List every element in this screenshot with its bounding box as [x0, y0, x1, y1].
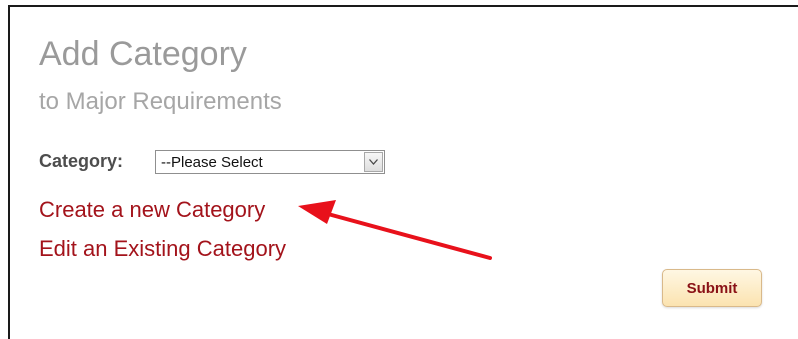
page-subtitle: to Major Requirements	[39, 88, 282, 115]
add-category-panel: Add Category to Major Requirements Categ…	[8, 5, 798, 339]
submit-button[interactable]: Submit	[662, 269, 762, 307]
category-select-value: --Please Select	[161, 154, 263, 171]
category-label: Category:	[39, 151, 124, 171]
create-category-link[interactable]: Create a new Category	[39, 197, 265, 223]
page-title: Add Category	[39, 35, 247, 73]
edit-category-link[interactable]: Edit an Existing Category	[39, 236, 286, 262]
dropdown-arrow-icon[interactable]	[364, 152, 383, 172]
category-select[interactable]: --Please Select	[155, 150, 385, 174]
